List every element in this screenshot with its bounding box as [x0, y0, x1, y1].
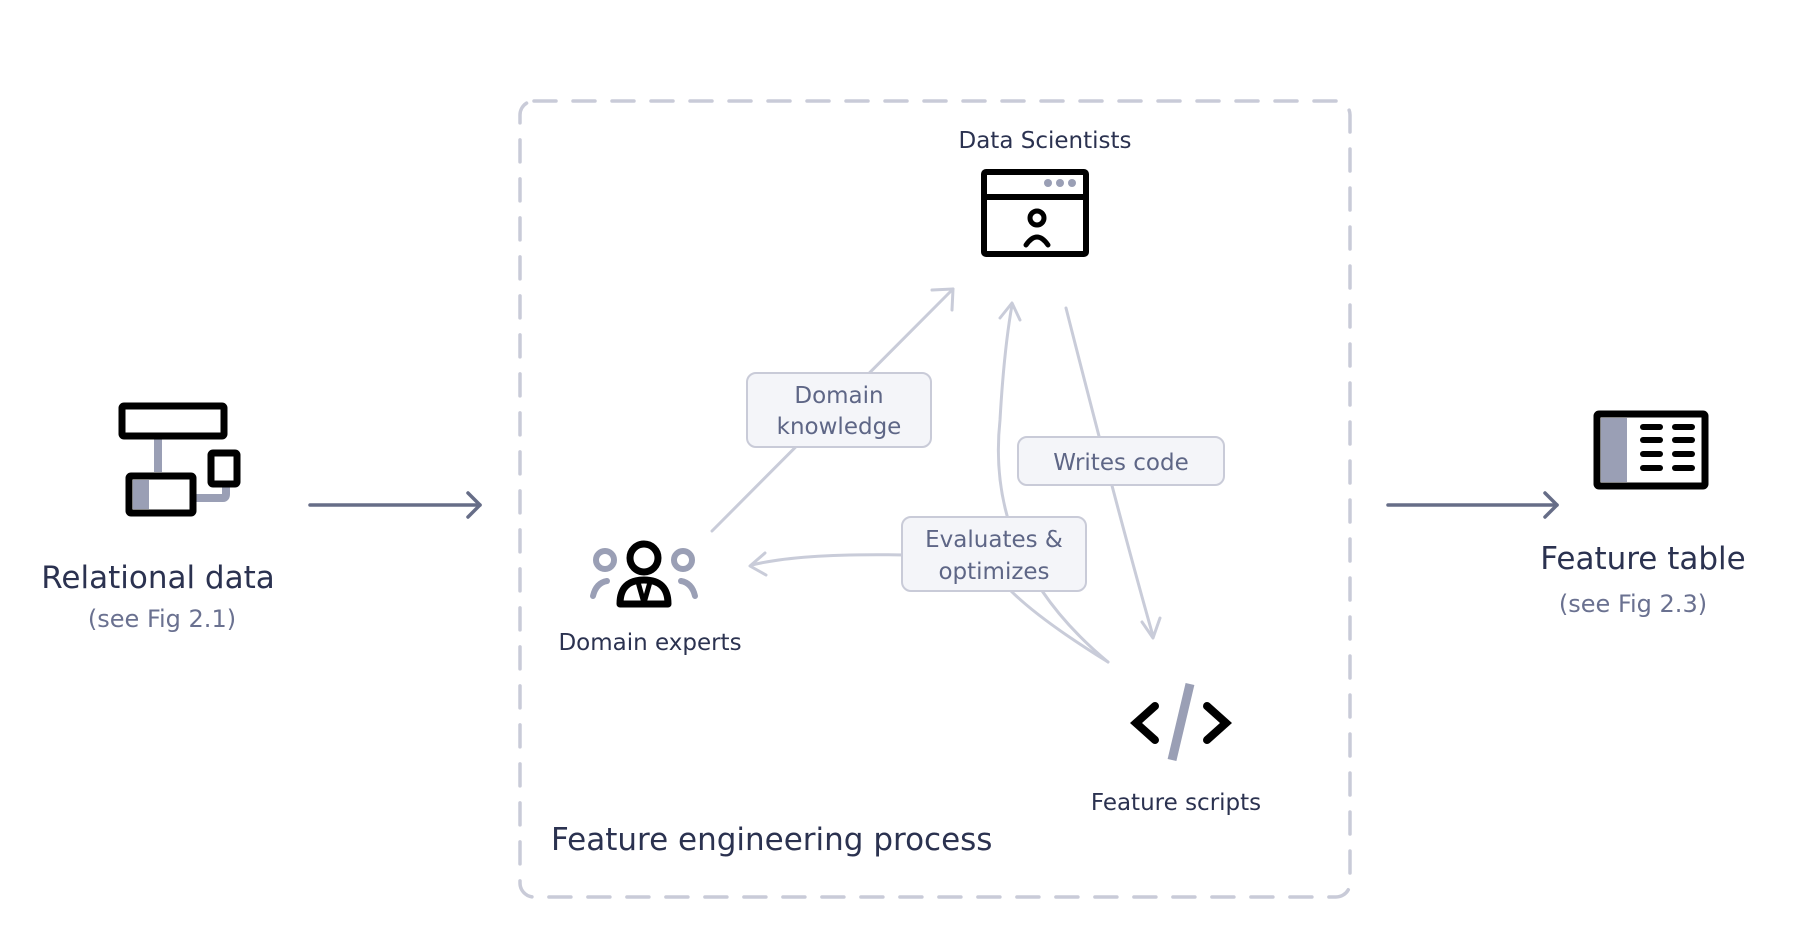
process-title: Feature engineering process [551, 822, 992, 858]
feature-table-title: Feature table [1540, 541, 1746, 577]
browser-user-icon [981, 169, 1089, 257]
code-icon [1130, 682, 1232, 762]
edge-label-evaluates: Evaluates & optimizes [901, 516, 1087, 592]
relational-data-title: Relational data [41, 560, 275, 596]
edge-label-writes-code: Writes code [1017, 436, 1225, 486]
evaluates-line1: Evaluates & [925, 527, 1063, 553]
input-arrow [308, 491, 482, 519]
domain-knowledge-line2: knowledge [777, 414, 902, 440]
domain-knowledge-line1: Domain [794, 383, 883, 409]
writes-code-text: Writes code [1053, 450, 1188, 476]
relational-data-icon [118, 402, 241, 517]
diagram-canvas: Relational data (see Fig 2.1) Feature ta… [41, 99, 1746, 899]
relational-data-subtitle: (see Fig 2.1) [88, 605, 236, 633]
data-scientists-label: Data Scientists [959, 128, 1132, 154]
evaluates-line2: optimizes [938, 559, 1049, 585]
output-arrow [1386, 491, 1559, 519]
edge-label-domain-knowledge: Domain knowledge [746, 372, 932, 448]
team-people-icon [590, 540, 698, 608]
process-container [518, 99, 1352, 899]
domain-experts-label: Domain experts [558, 630, 741, 656]
feature-scripts-label: Feature scripts [1091, 790, 1261, 816]
feature-table-icon [1593, 410, 1709, 490]
feature-table-subtitle: (see Fig 2.3) [1559, 590, 1707, 618]
